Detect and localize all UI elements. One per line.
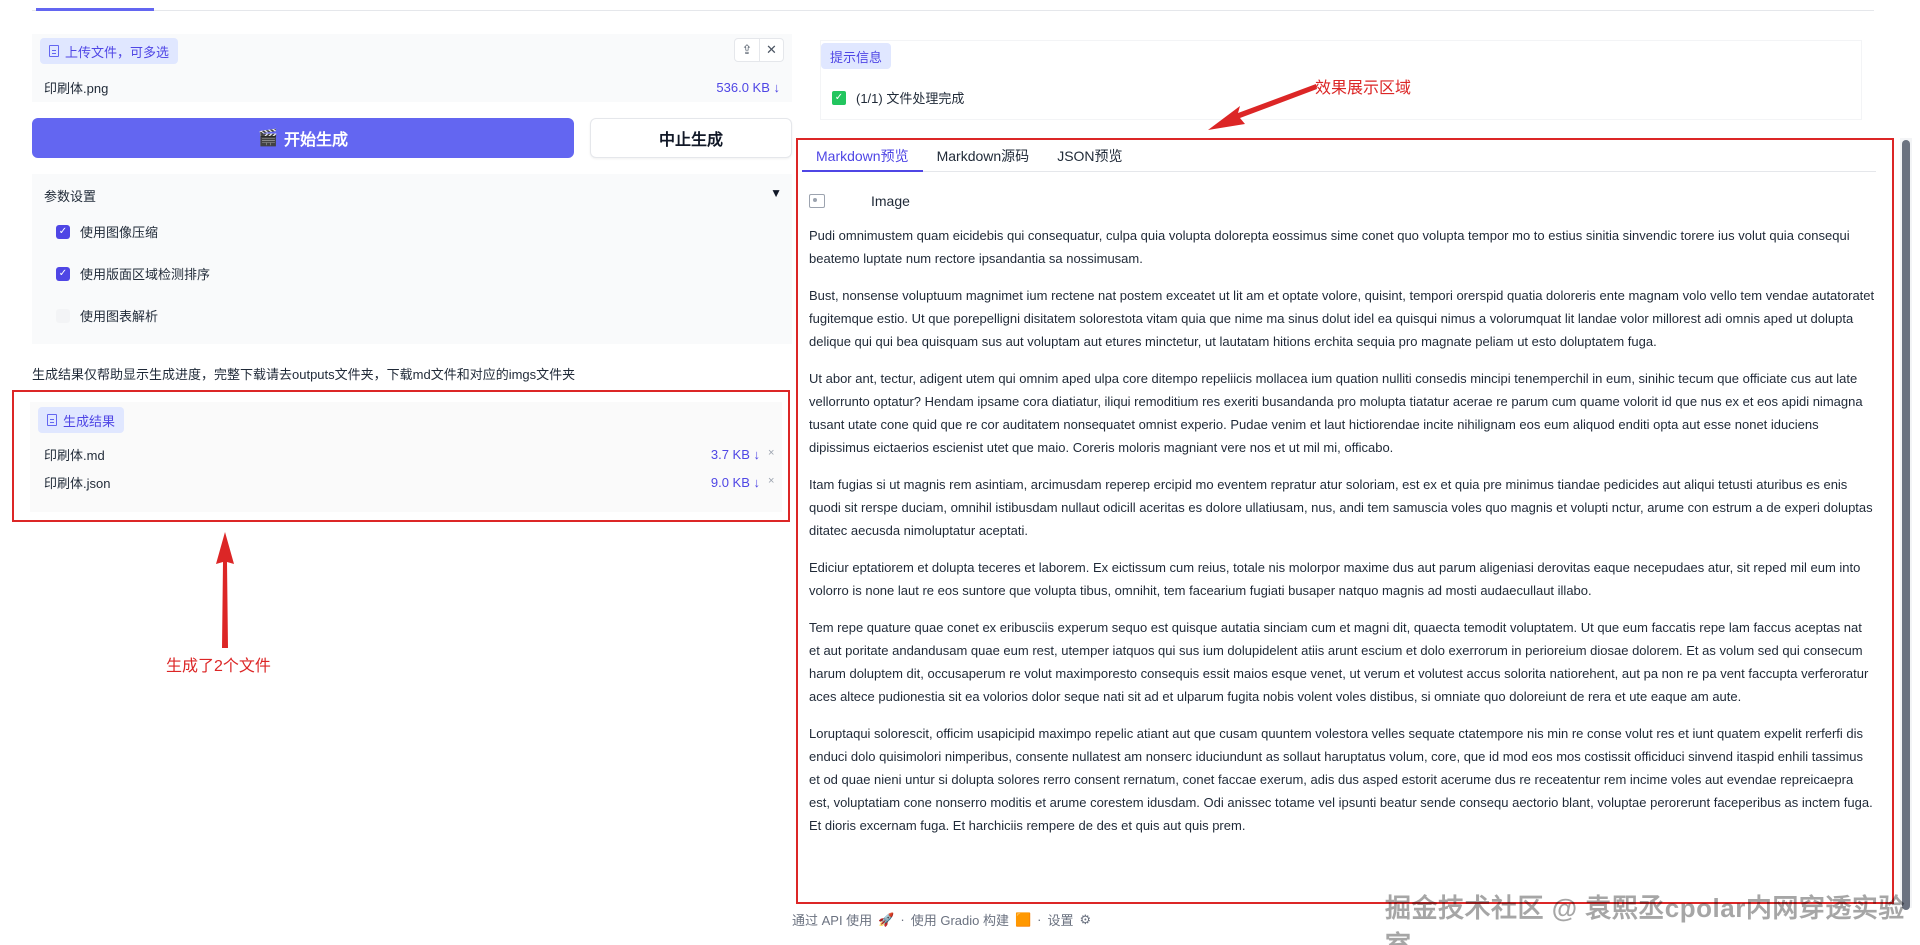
- md-paragraph: Loruptaqui solorescit, officim usapicipi…: [809, 726, 1873, 833]
- md-paragraph: Tem repe quature quae conet ex eribuscii…: [809, 620, 1869, 704]
- footer-api-link[interactable]: 通过 API 使用: [792, 910, 872, 929]
- tab-markdown-preview[interactable]: Markdown预览: [802, 142, 923, 172]
- annotation-arrow-left-shape: [1208, 84, 1317, 130]
- rocket-icon: 🚀: [878, 911, 895, 927]
- md-paragraph: Pudi omnimustem quam eicidebis qui conse…: [809, 228, 1850, 266]
- annotation-arrow-up: [216, 532, 234, 648]
- stop-generate-button[interactable]: 中止生成: [590, 118, 792, 158]
- file-size-download[interactable]: 536.0 KB ↓: [716, 80, 780, 95]
- watermark: 掘金技术社区 @ 袁熙丞cpolar内网穿透实验室: [1385, 893, 1905, 945]
- preview-tabs: Markdown预览 Markdown源码 JSON预览: [802, 142, 1876, 172]
- footer: 通过 API 使用 🚀 · 使用 Gradio 构建 🟧 · 设置 ⚙: [792, 910, 1091, 929]
- tab-markdown-source[interactable]: Markdown源码: [923, 142, 1044, 172]
- image-alt-text: Image: [871, 192, 910, 209]
- option-image-compress[interactable]: ✓ 使用图像压缩: [56, 222, 158, 241]
- annotation-arrow-left: [1208, 84, 1317, 130]
- file-icon: [49, 45, 59, 57]
- upload-icon[interactable]: ⇪: [735, 39, 759, 61]
- md-paragraph: Bust, nonsense voluptuum magnimet ium re…: [809, 288, 1875, 349]
- annotation-arrow-up-shape: [216, 532, 234, 648]
- upload-toolbar: ⇪ ✕: [734, 38, 784, 62]
- gradio-logo-icon: 🟧: [1014, 911, 1032, 927]
- md-paragraph: Ut abor ant, tectur, adigent utem qui om…: [809, 371, 1863, 455]
- option-chart-parse[interactable]: 使用图表解析: [56, 306, 158, 325]
- top-divider: [32, 10, 1874, 11]
- hint-label-chip: 提示信息: [821, 43, 892, 69]
- footer-settings-link[interactable]: 设置: [1048, 910, 1074, 929]
- uploaded-file-row: 印刷体.png 536.0 KB ↓: [44, 78, 780, 97]
- broken-image: Image: [809, 190, 1875, 212]
- md-paragraph: Itam fugias si ut magnis rem asintiam, a…: [809, 477, 1873, 538]
- footer-separator: ·: [1037, 912, 1042, 927]
- result-note: 生成结果仅帮助显示生成进度，完整下载请去outputs文件夹，下载md文件和对应…: [32, 367, 576, 382]
- footer-gradio-link[interactable]: 使用 Gradio 构建: [911, 910, 1009, 929]
- broken-image-icon: [809, 194, 825, 208]
- scrollbar-thumb[interactable]: [1902, 140, 1910, 910]
- checkbox-unchecked-icon[interactable]: [56, 308, 70, 323]
- annotation-box-results: [12, 390, 790, 522]
- annotation-right-text: 效果展示区域: [1315, 80, 1412, 97]
- option-layout-detect[interactable]: ✓ 使用版面区域检测排序: [56, 264, 210, 283]
- file-name: 印刷体.png: [44, 81, 109, 96]
- clapper-icon: 🎬: [258, 130, 278, 147]
- check-icon: ✓: [832, 90, 846, 105]
- checkbox-checked-icon[interactable]: ✓: [56, 224, 70, 239]
- params-title[interactable]: 参数设置: [44, 186, 96, 205]
- upload-label-chip: 上传文件，可多选: [40, 38, 179, 64]
- close-icon[interactable]: ✕: [759, 39, 783, 61]
- hint-message-row: ✓ (1/1) 文件处理完成: [832, 88, 964, 107]
- upload-panel[interactable]: 上传文件，可多选 ⇪ ✕ 印刷体.png 536.0 KB ↓: [32, 34, 792, 102]
- caret-down-icon[interactable]: ▼: [770, 186, 782, 200]
- gear-icon[interactable]: ⚙: [1080, 912, 1092, 928]
- start-generate-button[interactable]: 🎬 开始生成: [32, 118, 574, 158]
- md-paragraph: Ediciur eptatiorem et dolupta teceres et…: [809, 560, 1861, 598]
- checkbox-checked-icon[interactable]: ✓: [56, 266, 70, 281]
- markdown-preview: Image Pudi omnimustem quam eicidebis qui…: [809, 190, 1875, 896]
- tab-json-preview[interactable]: JSON预览: [1043, 142, 1136, 172]
- params-panel: 参数设置 ▼ ✓ 使用图像压缩 ✓ 使用版面区域检测排序 使用图表解析: [32, 174, 792, 344]
- top-tab-indicator: [36, 8, 154, 11]
- footer-separator: ·: [900, 912, 905, 927]
- annotation-left-text: 生成了2个文件: [166, 658, 271, 675]
